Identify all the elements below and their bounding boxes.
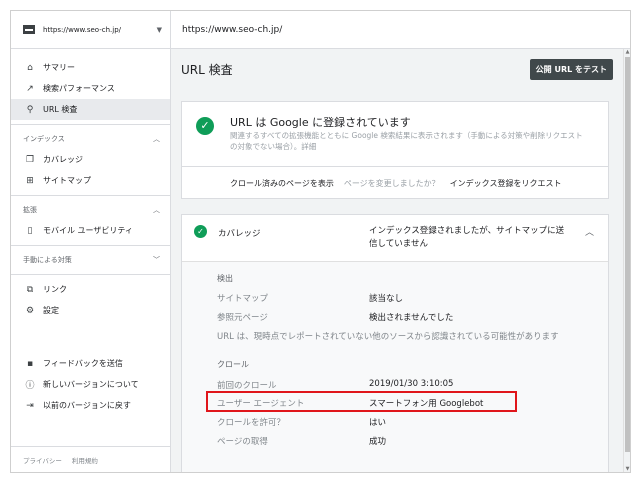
page-header: URL 検査 公開 URL をテスト [171,49,623,89]
property-url: https://www.seo-ch.jp/ [43,25,121,34]
nav-mobile-usability[interactable]: ▯ モバイル ユーザビリティ [11,220,170,241]
privacy-link[interactable]: プライバシー [23,455,62,465]
url-inspect-bar[interactable]: https://www.seo-ch.jp/ [171,11,630,49]
nav-feedback[interactable]: ▪ フィードバックを送信 [11,353,170,374]
main-content: URL 検査 公開 URL をテスト ✓ URL は Google に登録されて… [171,49,623,472]
property-icon [23,25,35,34]
dropdown-icon: ▼ [156,25,162,34]
section-index[interactable]: インデックス ︿ [11,129,170,149]
links-icon: ⧉ [26,284,34,295]
nav-old-version[interactable]: ⇥ 以前のバージョンに戻す [11,395,170,416]
nav-label: URL 検査 [43,105,78,114]
crawl-allowed-value: はい [369,418,387,428]
coverage-status: インデックス登録されましたが、サイトマップに送信していません [369,226,565,249]
divider [11,124,170,125]
settings-icon: ⚙ [25,305,35,316]
section-label: 手動による対策 [23,256,72,264]
chevron-up-icon: ︿ [153,206,160,214]
search-icon: ⚲ [26,104,34,115]
coverage-header[interactable]: ✓ カバレッジ インデックス登録されましたが、サイトマップに送信していません ︿ [182,215,608,262]
nav-label: 新しいバージョンについて [43,380,139,389]
section-label: インデックス [23,135,65,143]
scrollbar[interactable]: ▲ ▼ [623,49,630,472]
page-title: URL 検査 [181,62,233,77]
info-icon: ⓘ [25,381,35,391]
nav-label: 設定 [43,306,59,315]
sitemap-value: 該当なし [369,294,404,304]
last-crawl-value: 2019/01/30 3:10:05 [369,379,454,389]
test-live-url-button[interactable]: 公開 URL をテスト [529,58,613,80]
check-circle-icon: ✓ [194,225,207,238]
nav-label: カバレッジ [43,155,83,164]
crawl-heading: クロール [217,360,249,369]
section-enhancements[interactable]: 拡張 ︿ [11,200,170,220]
section-manual-actions[interactable]: 手動による対策 ﹀ [11,250,170,270]
status-description: 関連するすべての拡張機能とともに Google 検索結果に表示されます（手動によ… [230,131,583,151]
index-status-card: ✓ URL は Google に登録されています 関連するすべての拡張機能ととも… [181,101,609,199]
exit-icon: ⇥ [26,400,34,411]
app-window: https://www.seo-ch.jp/ ▼ ⌂ サマリー ↗ 検索パフォー… [10,10,631,473]
nav-coverage[interactable]: ❐ カバレッジ [11,149,170,170]
section-label: 拡張 [23,206,37,214]
nav-sitemap[interactable]: ⊞ サイトマップ [11,170,170,191]
coverage-icon: ❐ [25,154,35,165]
sidebar: https://www.seo-ch.jp/ ▼ ⌂ サマリー ↗ 検索パフォー… [11,11,171,472]
nav-label: 以前のバージョンに戻す [43,401,131,410]
mobile-icon: ▯ [27,225,33,236]
view-crawled-page-link[interactable]: クロール済みのページを表示 [230,178,334,189]
nav-label: フィードバックを送信 [43,359,123,368]
page-changed-text: ページを変更しましたか？ [343,178,440,188]
trending-icon: ↗ [26,83,34,94]
feedback-icon: ▪ [26,358,34,369]
discovery-note: URL は、現時点でレポートされていない他のソースから認識されている可能性があり… [217,332,559,342]
divider [11,274,170,275]
last-crawl-key: 前回のクロール [217,381,277,391]
inspected-url: https://www.seo-ch.jp/ [182,24,283,35]
coverage-card: ✓ カバレッジ インデックス登録されましたが、サイトマップに送信していません ︿… [181,214,609,472]
nav-label: モバイル ユーザビリティ [43,226,133,235]
referrer-value: 検出されませんでした [369,313,454,323]
coverage-details: 検出 サイトマップ 該当なし 参照元ページ 検出されませんでした URL は、現… [182,262,608,472]
nav-performance[interactable]: ↗ 検索パフォーマンス [11,78,170,99]
home-icon: ⌂ [27,62,33,73]
chevron-up-icon: ︿ [153,135,160,143]
scroll-up-icon[interactable]: ▲ [624,49,630,55]
status-title: URL は Google に登録されています [230,116,411,129]
discovery-heading: 検出 [217,274,233,283]
nav-url-inspection[interactable]: ⚲ URL 検査 [11,99,170,120]
nav-settings[interactable]: ⚙ 設定 [11,300,170,321]
check-circle-icon: ✓ [196,117,214,135]
nav-new-version[interactable]: ⓘ 新しいバージョンについて [11,374,170,395]
status-actions: クロール済みのページを表示 ページを変更しましたか？ インデックス登録をリクエス… [182,166,608,199]
nav-summary[interactable]: ⌂ サマリー [11,57,170,78]
nav-label: リンク [43,285,67,294]
highlight-box [206,391,517,412]
coverage-label: カバレッジ [218,229,261,239]
divider [11,195,170,196]
property-selector[interactable]: https://www.seo-ch.jp/ ▼ [11,11,170,49]
chevron-down-icon: ﹀ [153,256,160,264]
terms-link[interactable]: 利用規約 [72,455,98,465]
nav-label: サイトマップ [43,176,91,185]
sitemap-icon: ⊞ [26,175,34,186]
chevron-up-icon[interactable]: ︿ [585,225,594,238]
page-fetch-value: 成功 [369,437,387,447]
nav-label: サマリー [43,63,75,72]
divider [11,245,170,246]
crawl-allowed-key: クロールを許可？ [217,418,286,428]
scroll-thumb[interactable] [625,57,630,452]
footer-links: プライバシー 利用規約 [11,446,170,472]
page-fetch-key: ページの取得 [217,437,268,447]
referrer-key: 参照元ページ [217,313,268,323]
nav-links[interactable]: ⧉ リンク [11,279,170,300]
request-indexing-link[interactable]: インデックス登録をリクエスト [450,178,562,189]
scroll-down-icon[interactable]: ▼ [624,466,630,472]
nav-label: 検索パフォーマンス [43,84,115,93]
sitemap-key: サイトマップ [217,294,269,304]
